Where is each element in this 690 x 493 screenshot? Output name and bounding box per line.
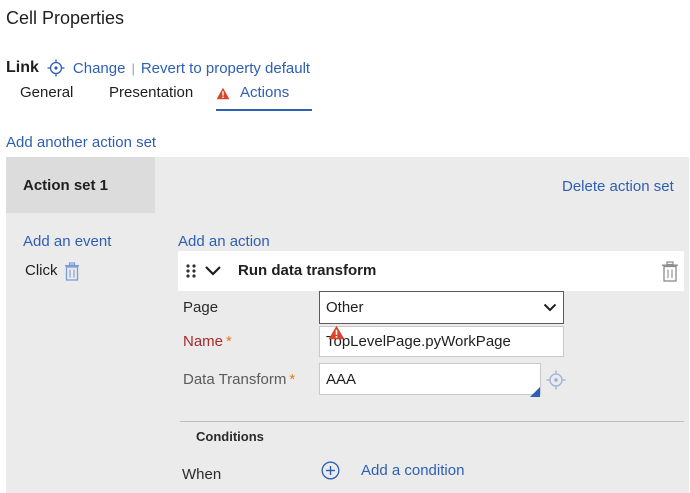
link-row: Link Change | Revert to property default [6, 58, 310, 78]
name-input-value: TopLevelPage.pyWorkPage [326, 333, 511, 350]
drag-handle-icon[interactable] [185, 263, 197, 283]
change-link[interactable]: Change [73, 60, 126, 77]
add-event-link[interactable]: Add an event [23, 233, 111, 250]
name-input[interactable]: TopLevelPage.pyWorkPage [319, 326, 564, 357]
conditions-heading: Conditions [196, 429, 264, 444]
tab-general[interactable]: General [20, 84, 73, 112]
page-title: Cell Properties [6, 8, 125, 28]
data-transform-input-value: AAA [326, 370, 357, 388]
crosshair-icon[interactable] [546, 370, 566, 394]
page-select-value: Other [326, 299, 364, 316]
data-transform-input[interactable]: AAA [319, 363, 541, 395]
action-set-title: Action set 1 [23, 177, 109, 194]
action-title: Run data transform [238, 262, 377, 279]
warning-triangle-icon [328, 325, 345, 344]
tab-presentation[interactable]: Presentation [109, 84, 193, 112]
trash-icon[interactable] [64, 262, 80, 285]
when-label: When [182, 466, 222, 483]
autocomplete-corner-icon [530, 384, 540, 397]
chevron-down-icon[interactable] [204, 264, 222, 281]
link-separator: | [131, 60, 135, 76]
page-select[interactable]: Other [319, 291, 564, 324]
plus-circle-icon[interactable] [321, 461, 340, 484]
tab-actions[interactable]: Actions [216, 84, 312, 111]
add-action-set-link[interactable]: Add another action set [6, 134, 156, 151]
revert-to-default-link[interactable]: Revert to property default [141, 60, 310, 77]
warning-triangle-icon [216, 87, 230, 100]
link-label: Link [6, 59, 39, 76]
event-click-label[interactable]: Click [25, 262, 58, 279]
crosshair-icon[interactable] [47, 59, 65, 77]
name-field-label: Name * [183, 333, 232, 350]
trash-icon[interactable] [661, 261, 679, 286]
events-panel [6, 213, 155, 493]
delete-action-set-link[interactable]: Delete action set [562, 178, 674, 195]
add-condition-link[interactable]: Add a condition [361, 462, 464, 479]
chevron-down-icon [543, 303, 557, 312]
data-transform-field-label: Data Transform * [183, 371, 296, 388]
tab-actions-label: Actions [240, 84, 290, 101]
add-action-link[interactable]: Add an action [178, 233, 270, 250]
conditions-divider [180, 421, 684, 422]
page-field-label: Page [183, 299, 219, 316]
